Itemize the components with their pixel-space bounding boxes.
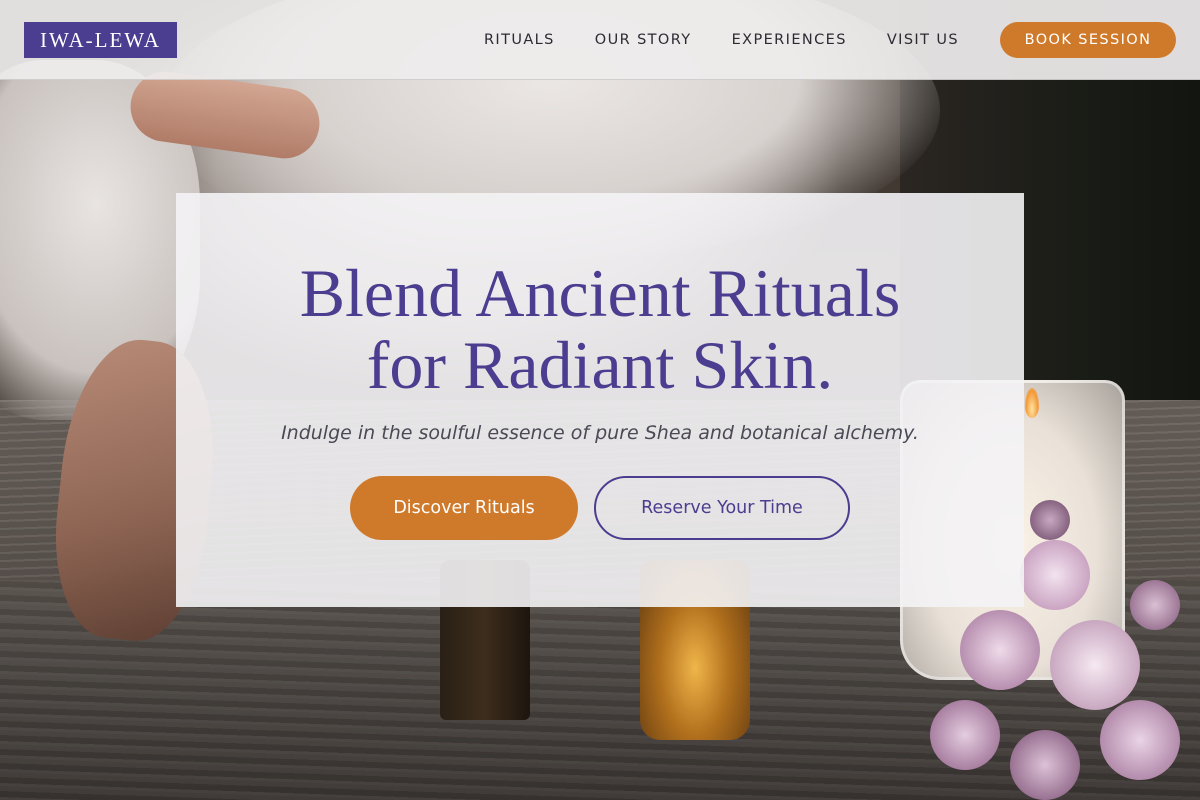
hero-cta-row: Discover Rituals Reserve Your Time [176, 476, 1024, 540]
candle-flame [1025, 388, 1039, 418]
nav-link-our-story[interactable]: OUR STORY [595, 32, 692, 48]
hero-title: Blend Ancient Rituals for Radiant Skin. [176, 257, 1024, 401]
reserve-your-time-button[interactable]: Reserve Your Time [594, 476, 850, 540]
discover-rituals-button[interactable]: Discover Rituals [350, 476, 578, 540]
hero-title-line-2: for Radiant Skin. [366, 327, 834, 403]
main-nav: RITUALS OUR STORY EXPERIENCES VISIT US [484, 32, 959, 48]
top-navbar: IWA-LEWA RITUALS OUR STORY EXPERIENCES V… [0, 0, 1200, 80]
nav-link-visit-us[interactable]: VISIT US [887, 32, 959, 48]
hero-title-line-1: Blend Ancient Rituals [299, 255, 901, 331]
hero-subtitle: Indulge in the soulful essence of pure S… [281, 422, 919, 444]
brand-logo[interactable]: IWA-LEWA [24, 21, 177, 58]
nav-link-rituals[interactable]: RITUALS [484, 32, 555, 48]
hero-card: Blend Ancient Rituals for Radiant Skin. … [176, 193, 1024, 607]
nav-link-experiences[interactable]: EXPERIENCES [732, 32, 847, 48]
book-session-button[interactable]: BOOK SESSION [1000, 21, 1176, 58]
